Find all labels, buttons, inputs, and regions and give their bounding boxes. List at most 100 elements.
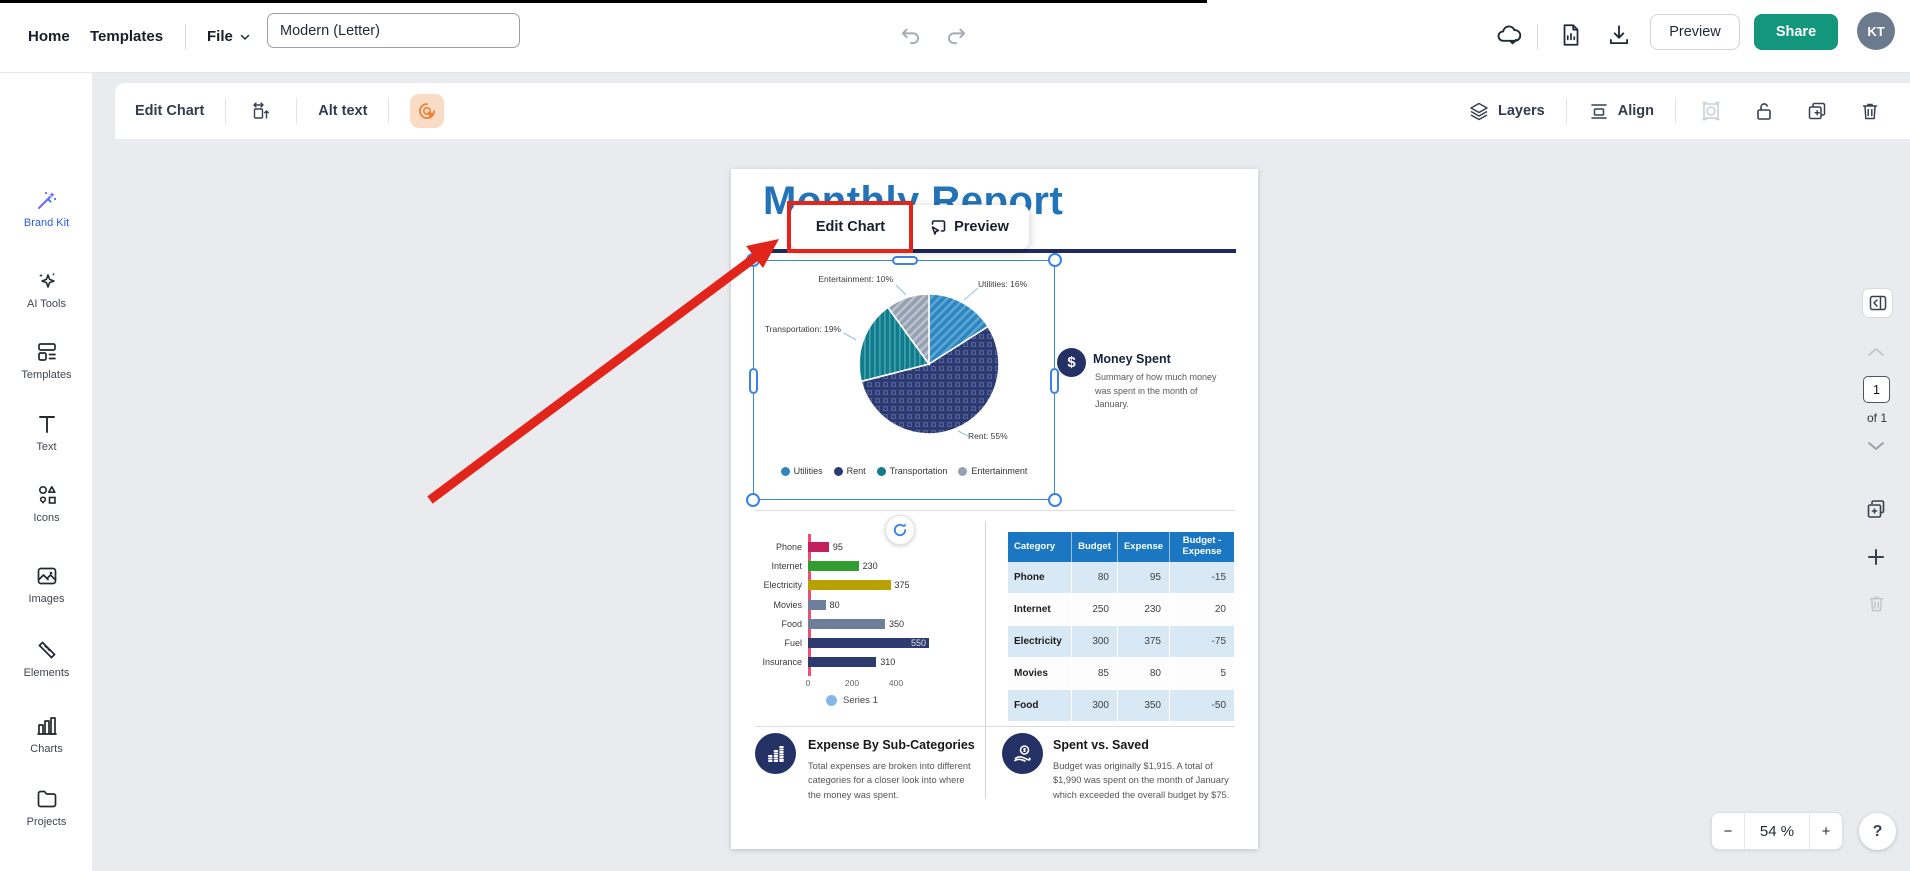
- resize-button[interactable]: [247, 97, 275, 125]
- selection-handle-e[interactable]: [1050, 368, 1059, 394]
- page-number-box[interactable]: 1: [1863, 376, 1890, 403]
- bar-insurance[interactable]: [808, 657, 876, 667]
- bar-row-food[interactable]: Food350: [749, 614, 987, 633]
- unlock-icon: [1754, 100, 1774, 122]
- sidebar-item-charts[interactable]: Charts: [0, 714, 93, 755]
- user-avatar[interactable]: KT: [1857, 12, 1895, 50]
- duplicate-page-button[interactable]: [1864, 497, 1888, 521]
- sidebar-item-elements[interactable]: Elements: [0, 638, 93, 679]
- edit-chart-toolbar-button[interactable]: Edit Chart: [135, 103, 204, 119]
- pie-chart[interactable]: [754, 261, 1056, 501]
- file-menu[interactable]: File: [207, 0, 251, 73]
- bar-row-movies[interactable]: Movies80: [749, 595, 987, 614]
- sidebar-item-brand-kit[interactable]: Brand Kit: [0, 188, 93, 229]
- templates-icon: [35, 340, 59, 364]
- bar-food[interactable]: [808, 619, 885, 629]
- collapse-panel-button[interactable]: [1862, 288, 1893, 318]
- report-document-button[interactable]: [1556, 20, 1586, 50]
- bar-value-label: 80: [830, 600, 840, 610]
- bar-electricity[interactable]: [808, 580, 891, 590]
- selection-handle-w[interactable]: [749, 368, 758, 394]
- budget-table[interactable]: CategoryBudgetExpenseBudget - Expense Ph…: [1008, 532, 1234, 722]
- sidebar-item-templates[interactable]: Templates: [0, 340, 93, 381]
- money-spent-body: Summary of how much money was spent in t…: [1095, 371, 1217, 412]
- toolbar-divider: [1675, 98, 1676, 124]
- sidebar-item-icons[interactable]: Icons: [0, 483, 93, 524]
- add-page-button[interactable]: [1866, 547, 1886, 567]
- table-cell: 80: [1072, 562, 1118, 593]
- selection-handle-se[interactable]: [1048, 493, 1062, 507]
- nav-divider: [185, 24, 186, 50]
- preview-play-icon: [930, 219, 947, 236]
- nav-home[interactable]: Home: [28, 0, 70, 73]
- table-row[interactable]: Internet25023020: [1008, 594, 1234, 626]
- selection-handle-ne[interactable]: [1048, 253, 1062, 267]
- bar-fuel[interactable]: 550: [808, 638, 929, 648]
- document-title-input[interactable]: Modern (Letter): [267, 13, 520, 48]
- bar-row-fuel[interactable]: Fuel550: [749, 633, 987, 652]
- lock-button[interactable]: [1750, 97, 1778, 125]
- table-cell: Phone: [1008, 562, 1072, 593]
- sidebar-item-ai-tools[interactable]: AI Tools: [0, 269, 93, 310]
- bar-row-internet[interactable]: Internet230: [749, 556, 987, 575]
- table-row[interactable]: Phone8095-15: [1008, 562, 1234, 594]
- zoom-controls: − 54 % +: [1711, 812, 1843, 850]
- align-button[interactable]: Align: [1588, 100, 1654, 122]
- bar-legend: Series 1: [826, 695, 878, 706]
- layers-button[interactable]: Layers: [1468, 100, 1545, 122]
- selection-handle-n[interactable]: [892, 256, 918, 265]
- bar-row-phone[interactable]: Phone95: [749, 537, 987, 556]
- cloud-sync-button[interactable]: [1494, 20, 1524, 50]
- bar-internet[interactable]: [808, 561, 859, 571]
- share-button[interactable]: Share: [1754, 14, 1838, 50]
- duplicate-button[interactable]: [1803, 97, 1831, 125]
- table-row[interactable]: Electricity300375-75: [1008, 626, 1234, 658]
- rotate-handle[interactable]: [885, 515, 915, 545]
- preview-button[interactable]: Preview: [1650, 14, 1740, 50]
- zoom-level[interactable]: 54 %: [1745, 813, 1809, 849]
- table-header-cell: Budget - Expense: [1170, 532, 1234, 562]
- image-icon: [35, 564, 59, 588]
- nav-templates[interactable]: Templates: [90, 0, 163, 73]
- sidebar-item-projects[interactable]: Projects: [0, 787, 93, 828]
- shapes-icon: [35, 483, 59, 507]
- bar-value-label: 95: [833, 542, 843, 552]
- toolbar-divider: [1566, 98, 1567, 124]
- chart-selection-box[interactable]: [753, 260, 1055, 500]
- popup-preview-button[interactable]: Preview: [910, 205, 1029, 249]
- selection-handle-sw[interactable]: [746, 493, 760, 507]
- delete-button[interactable]: [1856, 97, 1884, 125]
- download-button[interactable]: [1604, 20, 1634, 50]
- redo-button[interactable]: [943, 22, 969, 48]
- expense-bar-chart[interactable]: Phone95Internet230Electricity375Movies80…: [749, 537, 987, 715]
- share-button-label: Share: [1776, 24, 1816, 40]
- bar-value-label: 310: [880, 657, 895, 667]
- bar-phone[interactable]: [808, 542, 829, 552]
- trash-icon: [1867, 593, 1886, 614]
- table-row[interactable]: Food300350-50: [1008, 690, 1234, 722]
- table-header-cell: Budget: [1072, 532, 1118, 562]
- interactivity-button[interactable]: [410, 94, 444, 128]
- sparkles-icon: [35, 269, 59, 293]
- table-cell: Internet: [1008, 594, 1072, 625]
- bar-row-insurance[interactable]: Insurance310: [749, 653, 987, 672]
- help-button[interactable]: ?: [1859, 813, 1896, 850]
- table-row[interactable]: Movies85805: [1008, 658, 1234, 690]
- previous-page-button[interactable]: [1867, 346, 1885, 358]
- sidebar-item-images[interactable]: Images: [0, 564, 93, 605]
- undo-button[interactable]: [898, 22, 924, 48]
- zoom-out-button[interactable]: −: [1712, 813, 1745, 849]
- bar-row-electricity[interactable]: Electricity375: [749, 576, 987, 595]
- bar-category-label: Internet: [749, 561, 808, 571]
- next-page-button[interactable]: [1867, 440, 1885, 452]
- expense-section-body: Total expenses are broken into different…: [808, 759, 980, 802]
- selection-handle-nw[interactable]: [746, 253, 760, 267]
- zoom-in-button[interactable]: +: [1809, 813, 1842, 849]
- delete-page-button[interactable]: [1867, 593, 1886, 614]
- mask-button[interactable]: [1697, 97, 1725, 125]
- table-cell: 20: [1170, 594, 1234, 625]
- sidebar-item-text[interactable]: Text: [0, 412, 93, 453]
- bar-movies[interactable]: [808, 600, 826, 610]
- alt-text-button[interactable]: Alt text: [318, 103, 367, 119]
- document-page[interactable]: Monthly Report: [731, 169, 1258, 849]
